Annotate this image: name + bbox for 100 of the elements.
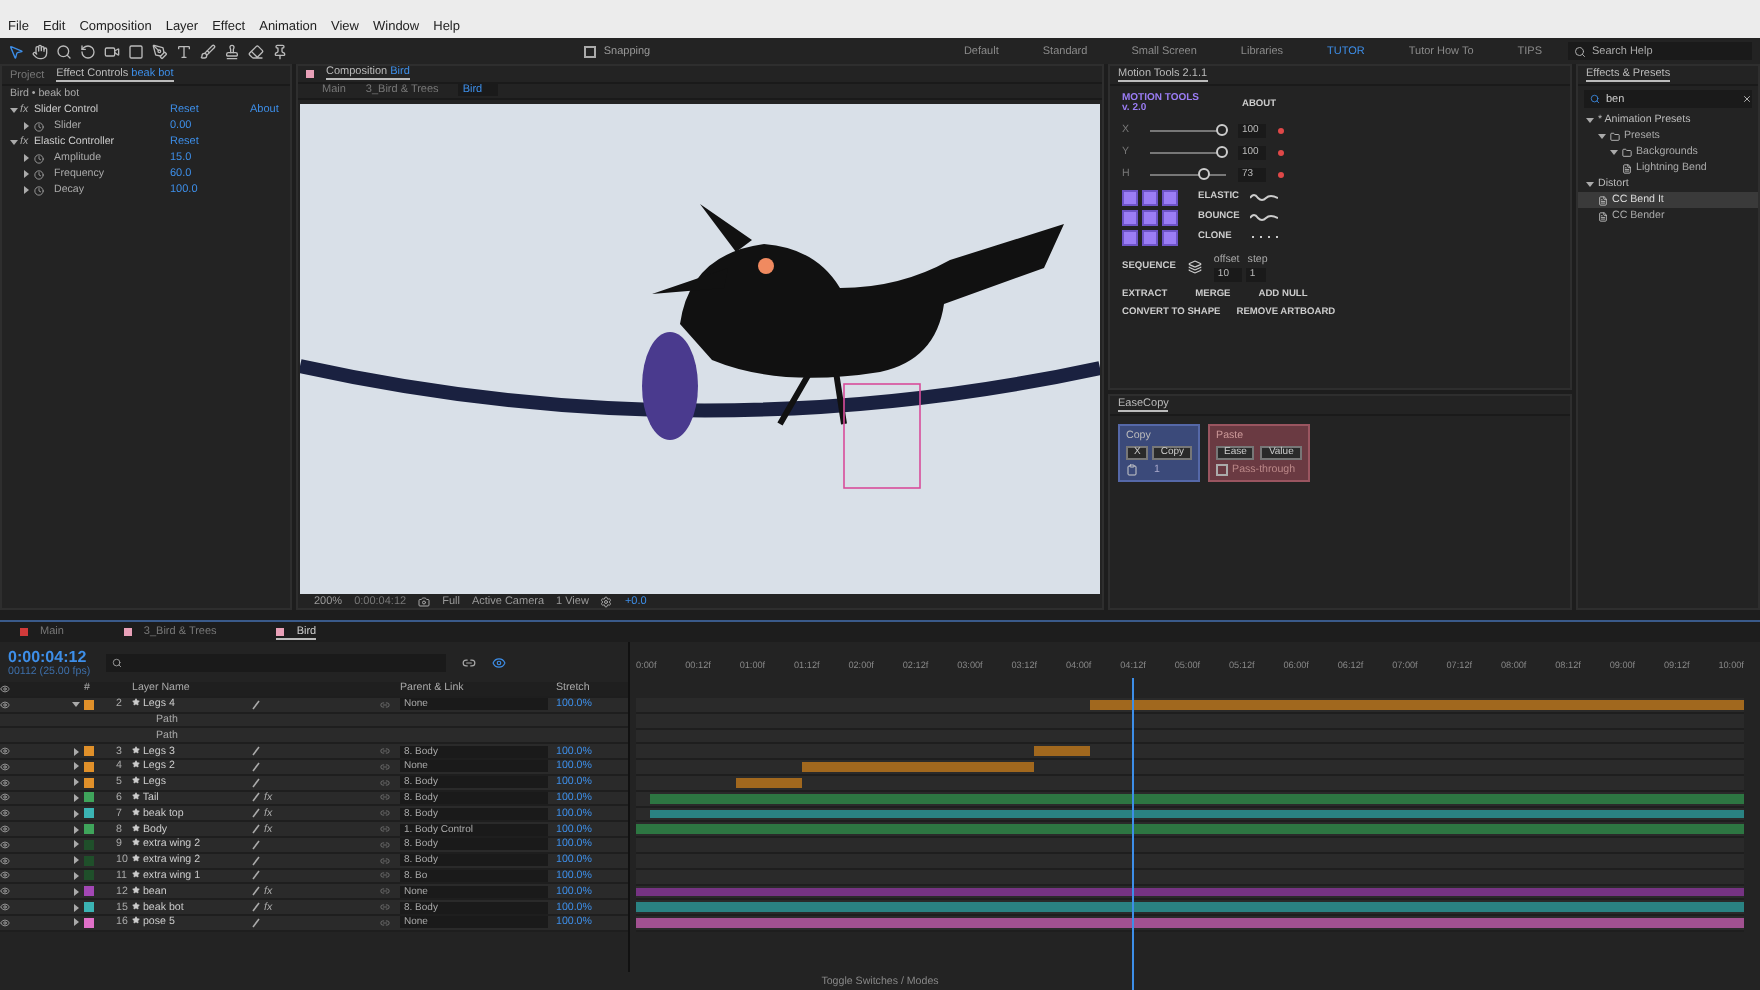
current-timecode[interactable]: 0:00:04:12	[8, 647, 91, 665]
star-icon	[132, 791, 140, 800]
star-icon	[132, 869, 140, 878]
eye-icon[interactable]	[0, 699, 10, 710]
star-icon	[132, 760, 140, 769]
collapsed-triangle-icon[interactable]	[72, 793, 80, 802]
effect-icon	[1598, 211, 1608, 221]
clipboard-icon[interactable]	[1126, 464, 1138, 476]
stopwatch-icon[interactable]	[34, 121, 44, 131]
effect-icon	[1622, 163, 1632, 173]
collapsed-triangle-icon[interactable]	[72, 747, 80, 756]
zoom-icon[interactable]	[56, 43, 72, 59]
effect-icon	[1598, 195, 1608, 205]
sequence-icon[interactable]	[1187, 260, 1202, 274]
folder-icon	[1610, 131, 1620, 141]
rotate-icon[interactable]	[80, 43, 96, 59]
star-icon	[132, 698, 140, 707]
pen-icon[interactable]	[152, 43, 168, 59]
link-icon[interactable]	[462, 655, 477, 669]
layer-bar[interactable]	[636, 824, 1744, 835]
layer-bar[interactable]	[649, 793, 1744, 804]
star-icon	[132, 807, 140, 816]
eye-icon[interactable]	[0, 870, 10, 881]
expanded-triangle-icon[interactable]	[10, 106, 18, 114]
collapsed-triangle-icon[interactable]	[72, 856, 80, 865]
curve-icon	[1250, 212, 1278, 222]
eye-icon[interactable]	[0, 761, 10, 772]
expanded-triangle-icon[interactable]	[1598, 132, 1606, 140]
search-field[interactable]	[106, 653, 447, 671]
collapsed-triangle-icon[interactable]	[72, 762, 80, 771]
star-icon	[132, 838, 140, 847]
stopwatch-icon[interactable]	[34, 185, 44, 195]
star-icon	[132, 745, 140, 754]
shy-icon[interactable]	[492, 655, 507, 669]
collapsed-triangle-icon[interactable]	[72, 840, 80, 849]
stopwatch-icon[interactable]	[34, 169, 44, 179]
settings-icon[interactable]	[600, 595, 613, 608]
star-icon	[132, 854, 140, 863]
layer-bar[interactable]	[735, 777, 803, 788]
brush-icon[interactable]	[200, 43, 216, 59]
expanded-triangle-icon[interactable]	[1586, 116, 1594, 124]
collapsed-triangle-icon[interactable]	[22, 122, 30, 130]
slider-thumb[interactable]	[1216, 124, 1229, 136]
star-icon	[132, 916, 140, 925]
checkbox[interactable]	[583, 45, 596, 57]
eye-icon[interactable]	[0, 855, 10, 866]
quality-switch-icon[interactable]	[252, 699, 260, 710]
collapsed-triangle-icon[interactable]	[72, 825, 80, 834]
pin-icon[interactable]	[272, 43, 288, 59]
search-icon	[1574, 45, 1586, 57]
eye-icon[interactable]	[0, 902, 10, 913]
keyframe-dot	[1278, 171, 1284, 177]
hand-icon[interactable]	[32, 43, 48, 59]
expanded-triangle-icon[interactable]	[72, 700, 80, 709]
curve-icon	[1250, 232, 1278, 242]
eye-icon[interactable]	[0, 792, 10, 803]
rectangle-icon[interactable]	[128, 43, 144, 59]
collapsed-triangle-icon[interactable]	[72, 918, 80, 927]
layer-bar[interactable]	[1034, 746, 1091, 757]
current-time-indicator[interactable]	[1132, 678, 1135, 990]
checkbox[interactable]	[1216, 464, 1229, 476]
pointer-icon[interactable]	[8, 43, 24, 59]
collapsed-triangle-icon[interactable]	[72, 871, 80, 880]
slider-thumb[interactable]	[1197, 168, 1210, 180]
expanded-triangle-icon[interactable]	[1586, 180, 1594, 188]
eye-icon[interactable]	[0, 839, 10, 850]
slider-track[interactable]	[1150, 146, 1226, 158]
layer-bar[interactable]	[636, 902, 1744, 913]
star-icon	[132, 823, 140, 832]
slider-track[interactable]	[1150, 124, 1226, 136]
snapshot-icon[interactable]	[418, 595, 431, 608]
layer-bar[interactable]	[649, 809, 1744, 819]
eye-icon[interactable]	[0, 917, 10, 928]
eye-icon[interactable]	[0, 777, 10, 788]
stopwatch-icon[interactable]	[34, 153, 44, 163]
expanded-triangle-icon[interactable]	[10, 138, 18, 146]
curve-icon	[1250, 192, 1278, 202]
eye-icon[interactable]	[0, 746, 10, 757]
anchor-grid[interactable]	[1122, 189, 1178, 245]
eraser-icon[interactable]	[248, 43, 264, 59]
eye-icon	[0, 683, 10, 694]
selection-box	[843, 383, 921, 490]
camera-icon[interactable]	[104, 43, 120, 59]
keyframe-dot	[1278, 127, 1284, 133]
type-icon[interactable]	[176, 43, 192, 59]
folder-icon	[1622, 147, 1632, 157]
stamp-icon[interactable]	[224, 43, 240, 59]
search-icon	[1590, 94, 1600, 104]
eye-icon[interactable]	[0, 886, 10, 897]
collapsed-triangle-icon[interactable]	[72, 809, 80, 818]
expanded-triangle-icon[interactable]	[1610, 148, 1618, 156]
eye-icon[interactable]	[0, 808, 10, 819]
collapsed-triangle-icon[interactable]	[72, 903, 80, 912]
eye-icon[interactable]	[0, 824, 10, 835]
slider-thumb[interactable]	[1216, 146, 1229, 158]
search-icon	[112, 657, 123, 667]
collapsed-triangle-icon[interactable]	[72, 778, 80, 787]
star-icon	[132, 901, 140, 910]
collapsed-triangle-icon[interactable]	[72, 887, 80, 896]
keyframe-dot	[1278, 149, 1284, 155]
